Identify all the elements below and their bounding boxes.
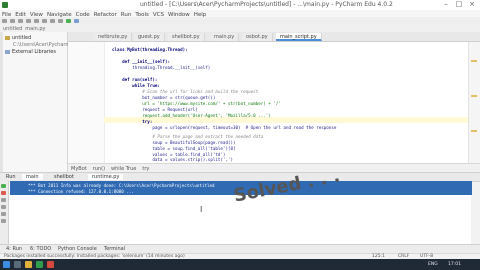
- open-icon[interactable]: [2, 19, 7, 23]
- tab-netbrute[interactable]: netbrute.py: [94, 33, 133, 41]
- maximize-button[interactable]: □: [453, 0, 465, 9]
- code-line: try:: [112, 119, 153, 124]
- clock[interactable]: 17:01: [448, 260, 461, 269]
- text-cursor-icon: I: [200, 205, 203, 214]
- warning-marker[interactable]: [471, 95, 477, 97]
- search-icon[interactable]: [14, 261, 21, 268]
- rerun-icon[interactable]: [1, 184, 6, 188]
- folder-icon: [5, 35, 10, 40]
- code-line: bot_number = str(queue.get()): [112, 95, 216, 100]
- taskbar: ENG 17:01: [0, 259, 480, 270]
- editor-tab-bar: netbrute.py guest.py shellbot.py main.py…: [68, 32, 480, 42]
- code-line: while True:: [112, 83, 160, 88]
- run-tab-main[interactable]: main: [22, 174, 43, 180]
- tab-shellbot[interactable]: shellbot.py: [168, 33, 205, 41]
- code-line: url = 'https://www.mysite.com/' + str(bo…: [112, 101, 281, 106]
- library-icon: [5, 49, 10, 54]
- code-comment-line: # Scan the url for links and build the r…: [112, 89, 259, 94]
- line-gutter: [68, 42, 105, 163]
- code-line: data = values.strip().split(','): [112, 157, 234, 162]
- save-icon[interactable]: [10, 19, 15, 23]
- external-libraries[interactable]: External Libraries: [5, 49, 56, 55]
- sync-icon[interactable]: [18, 19, 23, 23]
- warning-marker[interactable]: [471, 130, 477, 132]
- close-button[interactable]: ×: [466, 0, 478, 9]
- clear-icon[interactable]: [1, 219, 6, 223]
- run-tab-runtime[interactable]: runtime.py: [88, 174, 124, 180]
- start-icon[interactable]: [3, 261, 10, 268]
- console-line: *** Connection refused: 127.0.0.1:8080 .…: [28, 189, 134, 194]
- project-root[interactable]: untitled: [5, 35, 31, 41]
- code-line: table = soup.find_all('table')[0]: [112, 146, 236, 151]
- cut-icon[interactable]: [42, 19, 47, 23]
- tab-osbot[interactable]: osbot.py: [242, 33, 273, 41]
- menu-bar: File Edit View Navigate Code Refactor Run Tools…: [0, 10, 480, 18]
- pycharm-taskbar-icon[interactable]: [36, 261, 43, 268]
- run-label: Run: [6, 174, 16, 180]
- code-line: def run(self):: [112, 77, 158, 82]
- code-comment-line: # Parse the page and extract the needed …: [112, 134, 264, 139]
- project-panel: untitled C:\Users\Acer\PycharmProjects\u…: [3, 32, 111, 172]
- warning-marker[interactable]: [471, 60, 477, 62]
- tab-guest[interactable]: guest.py: [134, 33, 165, 41]
- pycharm-logo-icon: [2, 2, 8, 8]
- language-indicator[interactable]: ENG: [428, 260, 438, 269]
- code-line: soup = BeautifulSoup(page.read()): [112, 140, 236, 145]
- console-line: *** Bot 2011 Info was already done: C:\U…: [28, 183, 215, 188]
- minimize-button[interactable]: –: [440, 0, 452, 9]
- print-icon[interactable]: [1, 212, 6, 216]
- redo-icon[interactable]: [34, 19, 39, 23]
- browser-icon[interactable]: [47, 261, 54, 268]
- run-toolbar: [0, 181, 9, 244]
- structure-breadcrumb: MyBot run() while True try: [68, 163, 480, 172]
- code-line: def __init__(self):: [112, 59, 170, 64]
- code-line: request.add_header('User-Agent', 'Mozill…: [112, 113, 271, 118]
- file-explorer-icon[interactable]: [25, 261, 32, 268]
- bottom-tab-python-console[interactable]: Python Console: [58, 246, 97, 253]
- bottom-tab-run[interactable]: 4: Run: [6, 246, 22, 253]
- code-line: page = urlopen(request, timeout=30) # Op…: [112, 125, 337, 130]
- debug-icon[interactable]: [74, 19, 79, 23]
- bottom-tab-terminal[interactable]: Terminal: [104, 246, 125, 253]
- scroll-to-end-icon[interactable]: [1, 205, 6, 209]
- copy-icon[interactable]: [50, 19, 55, 23]
- code-line: request = Request(url): [112, 107, 198, 112]
- stop-icon[interactable]: [1, 191, 6, 195]
- external-libraries-label: External Libraries: [12, 49, 56, 55]
- tab-main-script[interactable]: main_script.py: [276, 33, 322, 41]
- project-root-label: untitled: [12, 35, 32, 41]
- code-line: threading.Thread.__init__(self): [112, 65, 211, 70]
- pause-icon[interactable]: [1, 198, 6, 202]
- code-line: class MyBot(threading.Thread):: [112, 47, 188, 52]
- paste-icon[interactable]: [58, 19, 63, 23]
- run-icon[interactable]: [66, 19, 71, 23]
- bottom-tab-todo[interactable]: 6: TODO: [30, 246, 51, 253]
- window-title: untitled - [C:\Users\Acer\PycharmProject…: [140, 1, 393, 8]
- run-tab-shellbot[interactable]: shellbot: [50, 174, 78, 180]
- tab-main[interactable]: main.py: [210, 33, 240, 41]
- undo-icon[interactable]: [26, 19, 31, 23]
